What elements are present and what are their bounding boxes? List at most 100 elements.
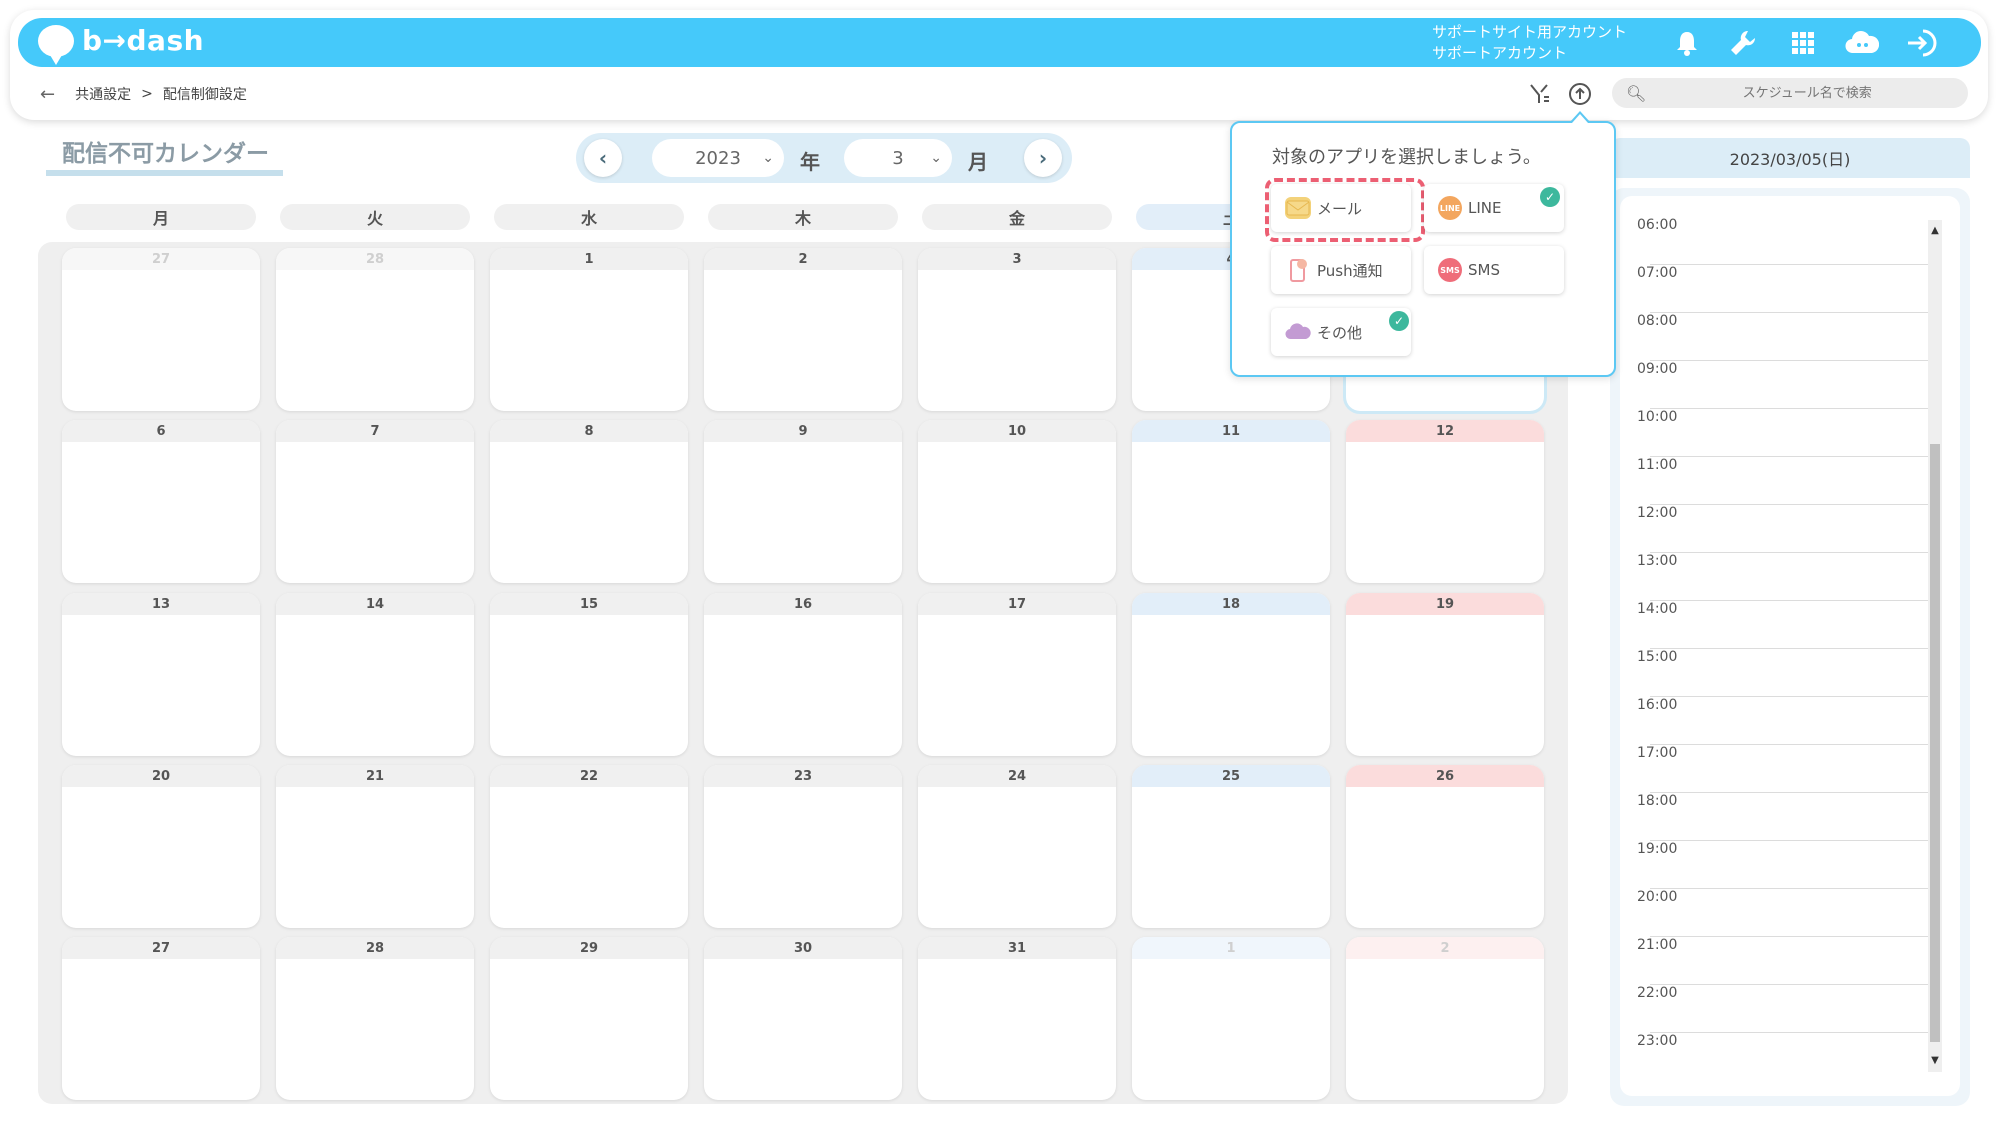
day-cell[interactable]: 7 bbox=[276, 420, 474, 583]
day-cell[interactable]: 14 bbox=[276, 593, 474, 756]
day-number: 14 bbox=[276, 593, 474, 615]
time-label: 14:00 bbox=[1637, 601, 1678, 617]
search-icon: 🔍︎ bbox=[1626, 83, 1647, 103]
time-divider bbox=[1650, 360, 1928, 361]
day-cell[interactable]: 12 bbox=[1346, 420, 1544, 583]
day-cell[interactable]: 11 bbox=[1132, 420, 1330, 583]
time-label: 16:00 bbox=[1637, 697, 1678, 713]
day-number: 21 bbox=[276, 765, 474, 787]
time-label: 08:00 bbox=[1637, 313, 1678, 329]
day-cell[interactable]: 21 bbox=[276, 765, 474, 928]
day-cell[interactable]: 18 bbox=[1132, 593, 1330, 756]
month-select[interactable]: 3 ⌄ bbox=[844, 139, 952, 177]
time-divider bbox=[1650, 888, 1928, 889]
scroll-down-icon[interactable]: ▼ bbox=[1928, 1052, 1942, 1068]
time-divider bbox=[1650, 264, 1928, 265]
day-number: 1 bbox=[1132, 937, 1330, 959]
day-cell[interactable]: 31 bbox=[918, 937, 1116, 1100]
day-cell[interactable]: 29 bbox=[490, 937, 688, 1100]
app-push-label: Push通知 bbox=[1317, 261, 1383, 280]
day-cell[interactable]: 13 bbox=[62, 593, 260, 756]
cloud-icon[interactable] bbox=[1842, 26, 1882, 60]
schedule-search[interactable]: 🔍︎ bbox=[1612, 78, 1968, 108]
day-cell[interactable]: 1 bbox=[1132, 937, 1330, 1100]
day-cell[interactable]: 10 bbox=[918, 420, 1116, 583]
day-cell[interactable]: 26 bbox=[1346, 765, 1544, 928]
time-label: 23:00 bbox=[1637, 1033, 1678, 1049]
line-icon: LINE bbox=[1438, 196, 1462, 220]
day-cell[interactable]: 27 bbox=[62, 248, 260, 411]
day-number: 24 bbox=[918, 765, 1116, 787]
day-number: 9 bbox=[704, 420, 902, 442]
day-number: 26 bbox=[1346, 765, 1544, 787]
time-label: 15:00 bbox=[1637, 649, 1678, 665]
year-select[interactable]: 2023 ⌄ bbox=[652, 139, 784, 177]
time-divider bbox=[1650, 696, 1928, 697]
weekday-tue: 火 bbox=[280, 204, 470, 230]
timeline-scroll-thumb[interactable] bbox=[1930, 444, 1940, 1042]
day-cell[interactable]: 15 bbox=[490, 593, 688, 756]
day-cell[interactable]: 25 bbox=[1132, 765, 1330, 928]
day-cell[interactable]: 23 bbox=[704, 765, 902, 928]
month-label: 月 bbox=[968, 150, 988, 174]
day-cell[interactable]: 27 bbox=[62, 937, 260, 1100]
popover-caret-inner bbox=[1572, 114, 1588, 123]
day-number: 23 bbox=[704, 765, 902, 787]
day-number: 29 bbox=[490, 937, 688, 959]
bell-icon[interactable] bbox=[1667, 26, 1707, 60]
time-label: 21:00 bbox=[1637, 937, 1678, 953]
day-cell[interactable]: 28 bbox=[276, 248, 474, 411]
app-sms-label: SMS bbox=[1468, 261, 1500, 279]
logo-text: b→dash bbox=[82, 24, 205, 57]
weekday-fri: 金 bbox=[922, 204, 1112, 230]
time-divider bbox=[1650, 312, 1928, 313]
day-cell[interactable]: 8 bbox=[490, 420, 688, 583]
time-label: 17:00 bbox=[1637, 745, 1678, 761]
day-cell[interactable]: 19 bbox=[1346, 593, 1544, 756]
day-cell[interactable]: 3 bbox=[918, 248, 1116, 411]
day-cell[interactable]: 2 bbox=[1346, 937, 1544, 1100]
account-info[interactable]: サポートサイト用アカウント サポートアカウント bbox=[1432, 22, 1627, 64]
app-sms-option[interactable]: SMS SMS bbox=[1424, 246, 1564, 294]
day-number: 30 bbox=[704, 937, 902, 959]
merge-icon[interactable] bbox=[1526, 80, 1554, 108]
day-cell[interactable]: 20 bbox=[62, 765, 260, 928]
time-label: 12:00 bbox=[1637, 505, 1678, 521]
day-cell[interactable]: 28 bbox=[276, 937, 474, 1100]
day-cell[interactable]: 6 bbox=[62, 420, 260, 583]
logo-bubble-icon bbox=[38, 24, 74, 65]
day-number: 18 bbox=[1132, 593, 1330, 615]
day-cell[interactable]: 16 bbox=[704, 593, 902, 756]
day-number: 11 bbox=[1132, 420, 1330, 442]
day-cell[interactable]: 17 bbox=[918, 593, 1116, 756]
upload-circle-icon[interactable] bbox=[1566, 80, 1594, 108]
scroll-up-icon[interactable]: ▲ bbox=[1928, 222, 1942, 238]
back-arrow-icon[interactable]: ← bbox=[40, 84, 55, 105]
time-label: 09:00 bbox=[1637, 361, 1678, 377]
logout-icon[interactable] bbox=[1902, 26, 1942, 60]
day-cell[interactable]: 22 bbox=[490, 765, 688, 928]
account-site: サポートサイト用アカウント bbox=[1432, 23, 1628, 41]
day-cell[interactable]: 1 bbox=[490, 248, 688, 411]
time-divider bbox=[1650, 984, 1928, 985]
day-cell[interactable]: 9 bbox=[704, 420, 902, 583]
day-cell[interactable]: 24 bbox=[918, 765, 1116, 928]
line-selected-check-icon: ✓ bbox=[1540, 187, 1560, 207]
wrench-icon[interactable] bbox=[1723, 26, 1763, 60]
day-cell[interactable]: 30 bbox=[704, 937, 902, 1100]
search-input[interactable] bbox=[1646, 84, 1968, 102]
breadcrumb-delivery-control: 配信制御設定 bbox=[162, 87, 247, 103]
time-divider bbox=[1650, 936, 1928, 937]
day-cell[interactable]: 2 bbox=[704, 248, 902, 411]
logo[interactable]: b→dash bbox=[38, 24, 205, 65]
time-divider bbox=[1650, 552, 1928, 553]
cloud-other-icon bbox=[1285, 321, 1311, 343]
prev-month-button[interactable]: ‹ bbox=[584, 139, 622, 177]
grid-icon[interactable] bbox=[1783, 26, 1823, 60]
next-month-button[interactable]: › bbox=[1024, 139, 1062, 177]
breadcrumb-common-settings[interactable]: 共通設定 bbox=[75, 84, 131, 104]
day-number: 27 bbox=[62, 937, 260, 959]
time-label: 13:00 bbox=[1637, 553, 1678, 569]
app-line-label: LINE bbox=[1468, 199, 1502, 217]
app-push-option[interactable]: Push通知 bbox=[1271, 246, 1411, 294]
